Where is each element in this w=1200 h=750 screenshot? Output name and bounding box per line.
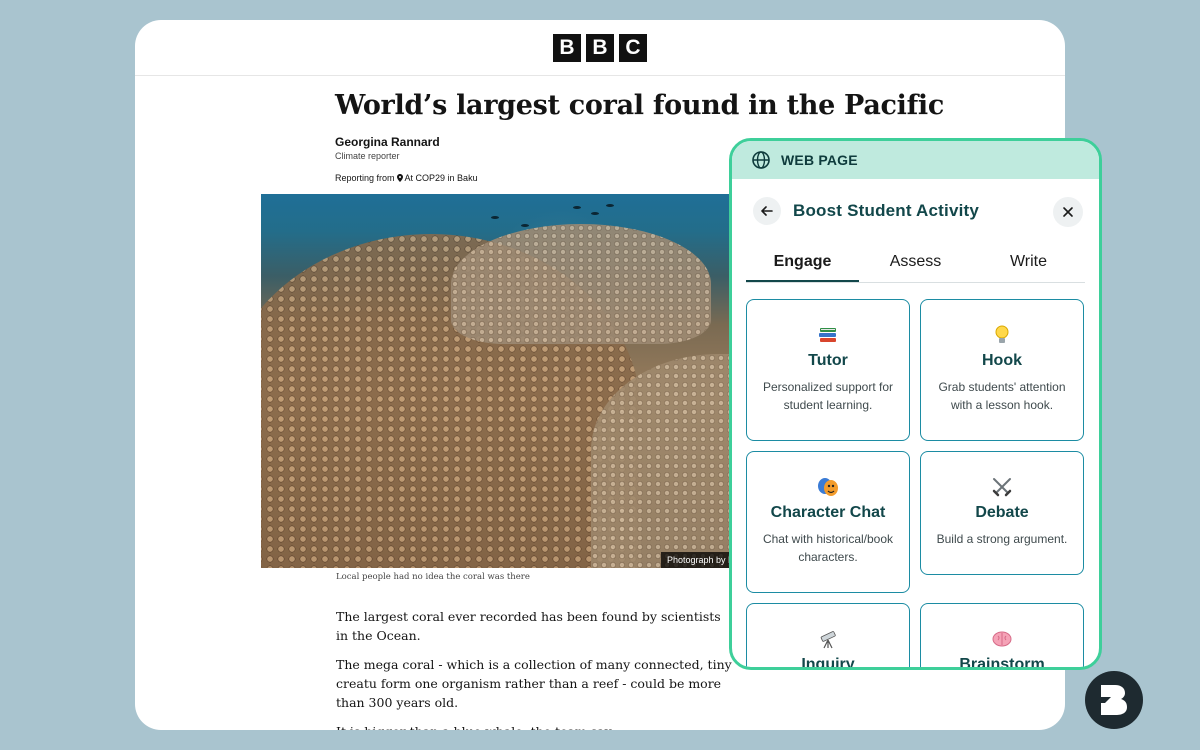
card-inquiry[interactable]: Inquiry — [746, 603, 910, 670]
card-title: Character Chat — [770, 504, 886, 521]
bbc-logo-letter[interactable]: C — [619, 33, 647, 62]
brain-icon — [991, 628, 1013, 650]
panel-title-row: Boost Student Activity — [746, 179, 1085, 243]
globe-icon — [752, 151, 770, 169]
card-description: Chat with historical/book characters. — [762, 532, 894, 564]
card-hook[interactable]: Hook Grab students' attention with a les… — [920, 299, 1084, 441]
reporting-location: At COP29 in Baku — [404, 173, 478, 183]
panel-header-label: WEB PAGE — [781, 152, 858, 168]
close-icon — [1063, 207, 1073, 217]
card-title: Inquiry — [801, 656, 855, 670]
bbc-logo-letter[interactable]: B — [586, 33, 614, 62]
card-title: Hook — [982, 352, 1022, 369]
books-icon — [817, 324, 839, 346]
reporting-prefix: Reporting from — [335, 173, 395, 183]
article-paragraph: The largest coral ever recorded has been… — [336, 609, 721, 643]
panel-title: Boost Student Activity — [793, 201, 980, 220]
card-title: Tutor — [808, 352, 848, 369]
brand-logo-badge[interactable] — [1085, 671, 1143, 729]
back-button[interactable] — [753, 197, 781, 225]
photo-caption: Local people had no idea the coral was t… — [336, 572, 530, 582]
article-paragraph: It is bigger than a blue whale, the team… — [336, 722, 736, 730]
card-debate[interactable]: Debate Build a strong argument. — [920, 451, 1084, 575]
card-title: Brainstorm — [959, 656, 1045, 670]
extension-panel: WEB PAGE Boost Student Activity Engage A… — [729, 138, 1102, 670]
tab-write[interactable]: Write — [972, 243, 1085, 282]
card-brainstorm[interactable]: Brainstorm — [920, 603, 1084, 670]
close-button[interactable] — [1053, 197, 1083, 227]
card-character-chat[interactable]: Character Chat Chat with historical/book… — [746, 451, 910, 593]
card-title: Debate — [975, 504, 1029, 521]
article-headline: World’s largest coral found in the Pacif… — [335, 90, 945, 121]
bbc-masthead: B B C — [135, 20, 1065, 76]
tab-engage[interactable]: Engage — [746, 243, 859, 282]
telescope-icon — [817, 628, 839, 650]
activity-tabs: Engage Assess Write — [746, 243, 1085, 283]
panel-header: WEB PAGE — [732, 141, 1099, 179]
panel-body: Boost Student Activity Engage Assess Wri… — [732, 179, 1099, 667]
arrow-left-icon — [761, 206, 773, 216]
theater-masks-icon — [816, 476, 840, 498]
lightbulb-icon — [991, 324, 1013, 346]
article-paragraph: The mega coral - which is a collection o… — [336, 657, 732, 710]
bbc-logo-letter[interactable]: B — [553, 33, 581, 62]
crossed-swords-icon — [991, 476, 1013, 498]
card-description: Build a strong argument. — [936, 532, 1068, 546]
article-body: The largest coral ever recorded has been… — [336, 607, 736, 730]
brand-logo-icon — [1101, 685, 1127, 715]
card-description: Grab students' attention with a lesson h… — [938, 380, 1066, 412]
activity-cards: Tutor Personalized support for student l… — [746, 299, 1085, 670]
tab-assess[interactable]: Assess — [859, 243, 972, 282]
card-description: Personalized support for student learnin… — [762, 380, 894, 412]
location-pin-icon — [396, 174, 403, 182]
card-tutor[interactable]: Tutor Personalized support for student l… — [746, 299, 910, 441]
